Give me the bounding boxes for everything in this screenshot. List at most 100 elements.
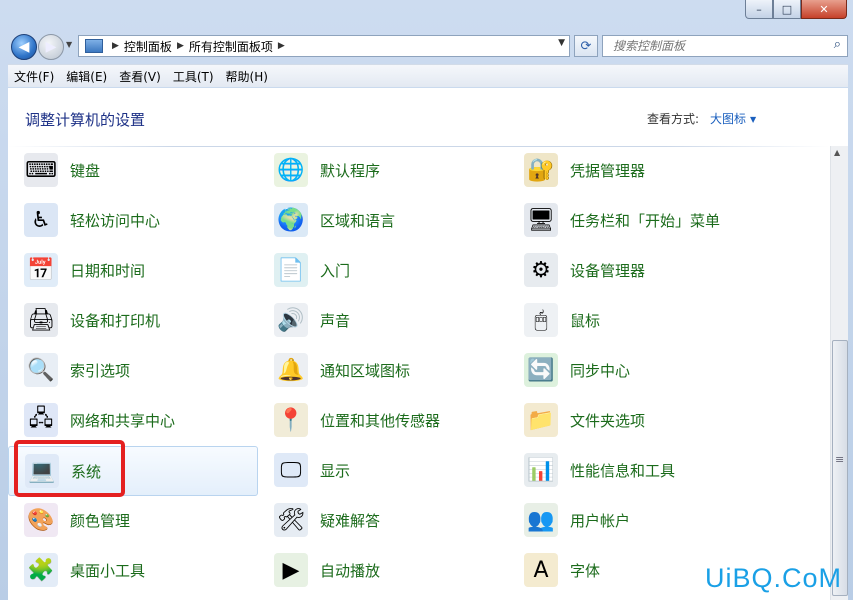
menu-tools[interactable]: 工具(T) <box>167 68 220 85</box>
item-icon: 👥 <box>524 503 558 537</box>
item-label: 同步中心 <box>570 361 631 380</box>
item-icon: ▶ <box>274 553 308 587</box>
item-icon: 🔄 <box>524 353 558 387</box>
item-label: 任务栏和「开始」菜单 <box>570 211 721 230</box>
control-panel-item[interactable]: 🔄 同步中心 <box>508 346 756 394</box>
window-caption-buttons: – □ ✕ <box>745 0 847 19</box>
control-panel-item[interactable]: ♿ 轻松访问中心 <box>8 196 256 244</box>
item-icon: 📅 <box>24 253 58 287</box>
item-icon: 🔐 <box>524 153 558 187</box>
search-icon[interactable]: ⌕ <box>834 37 841 52</box>
control-panel-item[interactable]: ⌨ 键盘 <box>8 146 256 194</box>
control-panel-item[interactable]: 📅 日期和时间 <box>8 246 256 294</box>
selection-highlight-box <box>14 440 125 497</box>
view-by-dropdown[interactable]: 大图标 <box>710 110 756 127</box>
control-panel-item[interactable]: 🌐 默认程序 <box>258 146 506 194</box>
control-panel-item[interactable]: 🌍 区域和语言 <box>258 196 506 244</box>
control-panel-item[interactable]: 🖥 任务栏和「开始」菜单 <box>508 196 756 244</box>
item-icon: 🖥 <box>524 203 558 237</box>
control-panel-item[interactable]: 🧩 桌面小工具 <box>8 546 256 594</box>
item-icon: A <box>524 553 558 587</box>
control-panel-item[interactable]: 🎨 颜色管理 <box>8 496 256 544</box>
refresh-icon: ⟳ <box>580 38 592 54</box>
menu-help[interactable]: 帮助(H) <box>220 68 274 85</box>
control-panel-item[interactable]: 🔊 声音 <box>258 296 506 344</box>
breadcrumb-separator-icon[interactable]: ▶ <box>278 41 285 51</box>
item-label: 索引选项 <box>70 361 131 380</box>
item-label: 用户帐户 <box>570 511 631 530</box>
content-header: 调整计算机的设置 查看方式: 大图标 <box>8 88 830 146</box>
watermark: UiBQ.CoM <box>704 563 842 593</box>
menu-view[interactable]: 查看(V) <box>113 68 167 85</box>
control-panel-item[interactable]: 🔔 通知区域图标 <box>258 346 506 394</box>
page-title: 调整计算机的设置 <box>25 111 146 129</box>
control-panel-icon <box>85 39 103 53</box>
control-panel-item[interactable]: 📁 文件夹选项 <box>508 396 756 444</box>
item-icon: 🌐 <box>274 153 308 187</box>
control-panel-item[interactable]: 📊 性能信息和工具 <box>508 446 756 494</box>
control-panel-item[interactable]: 👥 用户帐户 <box>508 496 756 544</box>
item-icon: 📄 <box>274 253 308 287</box>
control-panel-item[interactable]: 🔍 索引选项 <box>8 346 256 394</box>
item-icon: ⌨ <box>24 153 58 187</box>
history-dropdown-icon[interactable]: ▼ <box>66 40 72 49</box>
item-label: 日期和时间 <box>70 261 146 280</box>
vertical-scrollbar[interactable]: ▲ <box>830 146 848 600</box>
back-arrow-icon[interactable]: ◀ <box>11 34 37 60</box>
control-panel-item[interactable]: 🔐 凭据管理器 <box>508 146 756 194</box>
minimize-button[interactable]: – <box>745 0 773 19</box>
breadcrumb-separator-icon[interactable]: ▶ <box>177 41 184 51</box>
breadcrumb-separator-icon[interactable]: ▶ <box>112 41 119 51</box>
content-pane: 调整计算机的设置 查看方式: 大图标 ⌨ 键盘 🌐 默认程序 🔐 凭据管理器 ♿ 轻松访问中心… <box>8 88 848 600</box>
scroll-up-icon[interactable]: ▲ <box>834 148 840 157</box>
item-label: 性能信息和工具 <box>570 461 676 480</box>
item-icon: 🔔 <box>274 353 308 387</box>
control-panel-item[interactable]: ▶ 自动播放 <box>258 546 506 594</box>
item-icon: 🛠 <box>274 503 308 537</box>
address-bar[interactable]: ▶ 控制面板 ▶ 所有控制面板项 ▶ ▼ <box>78 35 570 57</box>
control-panel-item[interactable]: 🖨 设备和打印机 <box>8 296 256 344</box>
item-label: 鼠标 <box>570 311 601 330</box>
refresh-button[interactable]: ⟳ <box>574 35 598 57</box>
item-label: 区域和语言 <box>320 211 396 230</box>
scroll-thumb[interactable] <box>832 340 848 596</box>
item-label: 默认程序 <box>320 161 381 180</box>
navigation-bar: ◀ ▶ ▼ ▶ 控制面板 ▶ 所有控制面板项 ▶ ▼ ⟳ ⌕ <box>8 32 848 60</box>
item-label: 声音 <box>320 311 351 330</box>
item-label: 设备和打印机 <box>70 311 161 330</box>
forward-arrow-icon[interactable]: ▶ <box>38 34 64 60</box>
address-dropdown-icon[interactable]: ▼ <box>558 38 565 48</box>
item-icon: 📁 <box>524 403 558 437</box>
item-label: 位置和其他传感器 <box>320 411 441 430</box>
menu-edit[interactable]: 编辑(E) <box>60 68 113 85</box>
search-input[interactable] <box>611 38 815 54</box>
window-frame: – □ ✕ ◀ ▶ ▼ ▶ 控制面板 ▶ 所有控制面板项 ▶ ▼ ⟳ ⌕ 文件(… <box>0 0 853 600</box>
item-label: 文件夹选项 <box>570 411 646 430</box>
breadcrumb-all-items[interactable]: 所有控制面板项 <box>189 38 273 55</box>
item-label: 疑难解答 <box>320 511 381 530</box>
item-label: 轻松访问中心 <box>70 211 161 230</box>
item-icon: 🧩 <box>24 553 58 587</box>
item-icon: 🖨 <box>24 303 58 337</box>
control-panel-item[interactable]: 📍 位置和其他传感器 <box>258 396 506 444</box>
control-panel-item[interactable]: 🖧 网络和共享中心 <box>8 396 256 444</box>
item-label: 颜色管理 <box>70 511 131 530</box>
breadcrumb-control-panel[interactable]: 控制面板 <box>124 38 172 55</box>
control-panel-item[interactable]: 🖱 鼠标 <box>508 296 756 344</box>
item-icon: 📍 <box>274 403 308 437</box>
search-box[interactable]: ⌕ <box>602 35 848 57</box>
control-panel-item[interactable]: 🛠 疑难解答 <box>258 496 506 544</box>
item-icon: 🖵 <box>274 453 308 487</box>
item-icon: ⚙ <box>524 253 558 287</box>
item-label: 设备管理器 <box>570 261 646 280</box>
item-icon: 🖱 <box>524 303 558 337</box>
control-panel-item[interactable]: 📄 入门 <box>258 246 506 294</box>
maximize-button[interactable]: □ <box>773 0 801 19</box>
control-panel-item[interactable]: 🖵 显示 <box>258 446 506 494</box>
item-label: 自动播放 <box>320 561 381 580</box>
close-button[interactable]: ✕ <box>801 0 847 19</box>
item-icon: 🎨 <box>24 503 58 537</box>
menu-file[interactable]: 文件(F) <box>8 68 60 85</box>
item-icon: 🔊 <box>274 303 308 337</box>
control-panel-item[interactable]: ⚙ 设备管理器 <box>508 246 756 294</box>
